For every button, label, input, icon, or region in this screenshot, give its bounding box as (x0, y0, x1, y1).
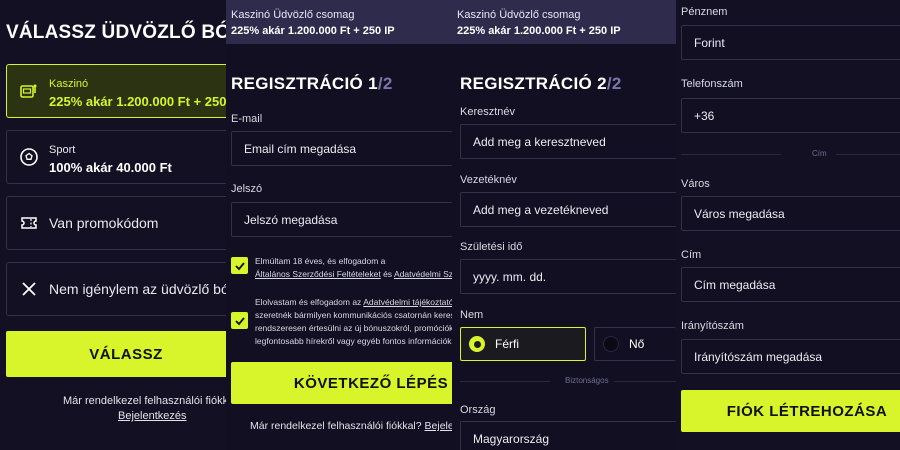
check-icon (234, 316, 245, 325)
step-indicator: /2 (606, 74, 622, 93)
option-label: Sport (49, 144, 76, 156)
birthdate-label: Születési idő (460, 241, 523, 253)
zip-label: Irányítószám (681, 320, 744, 332)
lastname-label: Vezetéknév (460, 174, 517, 186)
gender-male-radio[interactable]: Férfi (460, 327, 586, 361)
country-label: Ország (460, 404, 496, 416)
slot-machine-icon (19, 81, 39, 101)
password-label: Jelszó (231, 183, 263, 195)
soccer-ball-icon (19, 147, 39, 167)
promo-label: Kaszinó Üdvözlő csomag (457, 9, 581, 21)
terms-line: Elmúltam 18 éves, és elfogadom a (255, 256, 386, 266)
password-field[interactable]: Jelszó megadása (231, 202, 452, 237)
next-step-label: KÖVETKEZŐ LÉPÉS (293, 374, 449, 392)
gender-label: Nem (460, 309, 484, 321)
promo-label: Kaszinó Üdvözlő csomag (231, 9, 355, 21)
marketing-line: szeretnék bármilyen kommunikációs csator… (255, 310, 452, 320)
terms-link[interactable]: Általános Szerződési Feltételeket (255, 269, 381, 279)
registration-title-text: REGISZTRÁCIÓ 2 (460, 74, 607, 93)
divider (460, 381, 550, 382)
address-field[interactable]: Cím megadása (681, 267, 900, 302)
bonus-option-casino[interactable]: Kaszinó 225% akár 1.200.000 Ft + 250 IP (6, 64, 226, 118)
privacy-link[interactable]: Adatvédelmi Szabályzatot (394, 269, 452, 279)
bonus-option-sport[interactable]: Sport 100% akár 40.000 Ft (6, 130, 226, 184)
bonus-select-panel: VÁLASSZ ÜDVÖZLŐ BÓNUSZT Kaszinó 225% aká… (0, 0, 226, 450)
radio-selected-icon (469, 336, 485, 352)
security-separator: Biztonságos (565, 376, 609, 385)
divider (614, 381, 676, 382)
create-account-button[interactable]: FIÓK LÉTREHOZÁSA (681, 390, 900, 432)
option-value: 225% akár 1.200.000 Ft + 250 IP (49, 94, 226, 109)
email-label: E-mail (231, 113, 263, 125)
promo-header: Kaszinó Üdvözlő csomag 225% akár 1.200.0… (226, 0, 452, 44)
marketing-line: Elolvastam és elfogadom az (255, 297, 362, 307)
terms-text: Elmúltam 18 éves, és elfogadom a Általán… (255, 255, 452, 281)
gender-male-label: Férfi (495, 337, 519, 351)
address-label: Cím (681, 249, 702, 261)
have-account-footer: Már rendelkezel felhasználói fiókkal? Be… (250, 420, 452, 432)
lastname-field[interactable]: Add meg a vezetékneved (460, 192, 676, 227)
step-indicator: /2 (377, 74, 393, 93)
terms-and: és (383, 269, 393, 279)
ticket-icon (19, 213, 39, 233)
firstname-label: Keresztnév (460, 106, 516, 118)
registration-details-panel: Pénznem Forint Telefonszám +36 Cím Város… (676, 0, 900, 450)
divider (836, 154, 900, 155)
email-field[interactable]: Email cím megadása (231, 131, 452, 166)
registration-title: REGISZTRÁCIÓ 2/2 (460, 74, 622, 94)
address-separator: Cím (812, 149, 827, 158)
login-link[interactable]: Bejelentkezés (425, 420, 452, 432)
firstname-field[interactable]: Add meg a keresztneved (460, 124, 676, 159)
gender-female-radio[interactable]: Nő (594, 327, 676, 361)
option-label: Kaszinó (49, 78, 89, 90)
option-label: Nem igénylem az üdvözlő bónuszt (49, 281, 226, 297)
page-title: VÁLASSZ ÜDVÖZLŐ BÓNUSZT (6, 22, 226, 43)
bonus-option-promo-code[interactable]: Van promokódom (6, 196, 226, 250)
option-label: Van promokódom (49, 215, 159, 231)
check-icon (234, 261, 245, 270)
marketing-text: Elolvastam és elfogadom az Adatvédelmi t… (255, 296, 452, 348)
registration-title: REGISZTRÁCIÓ 1/2 (231, 74, 393, 94)
currency-select[interactable]: Forint (681, 25, 900, 60)
birthdate-field[interactable]: yyyy. mm. dd. (460, 259, 676, 294)
zip-field[interactable]: Irányítószám megadása (681, 339, 900, 374)
next-step-button[interactable]: KÖVETKEZŐ LÉPÉS (231, 362, 452, 404)
city-label: Város (681, 178, 710, 190)
have-account-text: Már rendelkezel felhasználói fiókkal? (250, 420, 422, 432)
gender-female-label: Nő (629, 337, 645, 351)
country-select[interactable]: Magyarország (460, 421, 676, 450)
create-account-label: FIÓK LÉTREHOZÁSA (726, 402, 888, 420)
login-link[interactable]: Bejelentkezés (118, 410, 187, 422)
registration-step2-panel: Kaszinó Üdvözlő csomag 225% akár 1.200.0… (452, 0, 676, 450)
promo-value: 225% akár 1.200.000 Ft + 250 IP (231, 25, 395, 37)
have-account-text: Már rendelkezel felhasználói fiókkal? (63, 395, 226, 407)
registration-step1-panel: Kaszinó Üdvözlő csomag 225% akár 1.200.0… (226, 0, 452, 450)
city-field[interactable]: Város megadása (681, 196, 900, 231)
close-icon (19, 279, 39, 299)
option-value: 100% akár 40.000 Ft (49, 160, 172, 175)
choose-button[interactable]: VÁLASSZ (6, 331, 226, 377)
marketing-checkbox[interactable] (231, 312, 248, 329)
phone-field[interactable]: +36 (681, 98, 900, 133)
terms-checkbox[interactable] (231, 257, 248, 274)
registration-title-text: REGISZTRÁCIÓ 1 (231, 74, 378, 93)
currency-label: Pénznem (681, 6, 728, 18)
divider (681, 154, 781, 155)
phone-label: Telefonszám (681, 78, 743, 90)
promo-value: 225% akár 1.200.000 Ft + 250 IP (457, 25, 621, 37)
marketing-line: legfontosabb hírekről vagy egyéb fontos … (255, 336, 452, 346)
promo-header: Kaszinó Üdvözlő csomag 225% akár 1.200.0… (452, 0, 676, 44)
marketing-line: rendszeresen értesülni az új bónuszokról… (255, 323, 452, 333)
radio-unselected-icon (603, 336, 619, 352)
bonus-option-none[interactable]: Nem igénylem az üdvözlő bónuszt (6, 262, 226, 316)
privacy-info-link[interactable]: Adatvédelmi tájékoztatót (363, 297, 452, 307)
